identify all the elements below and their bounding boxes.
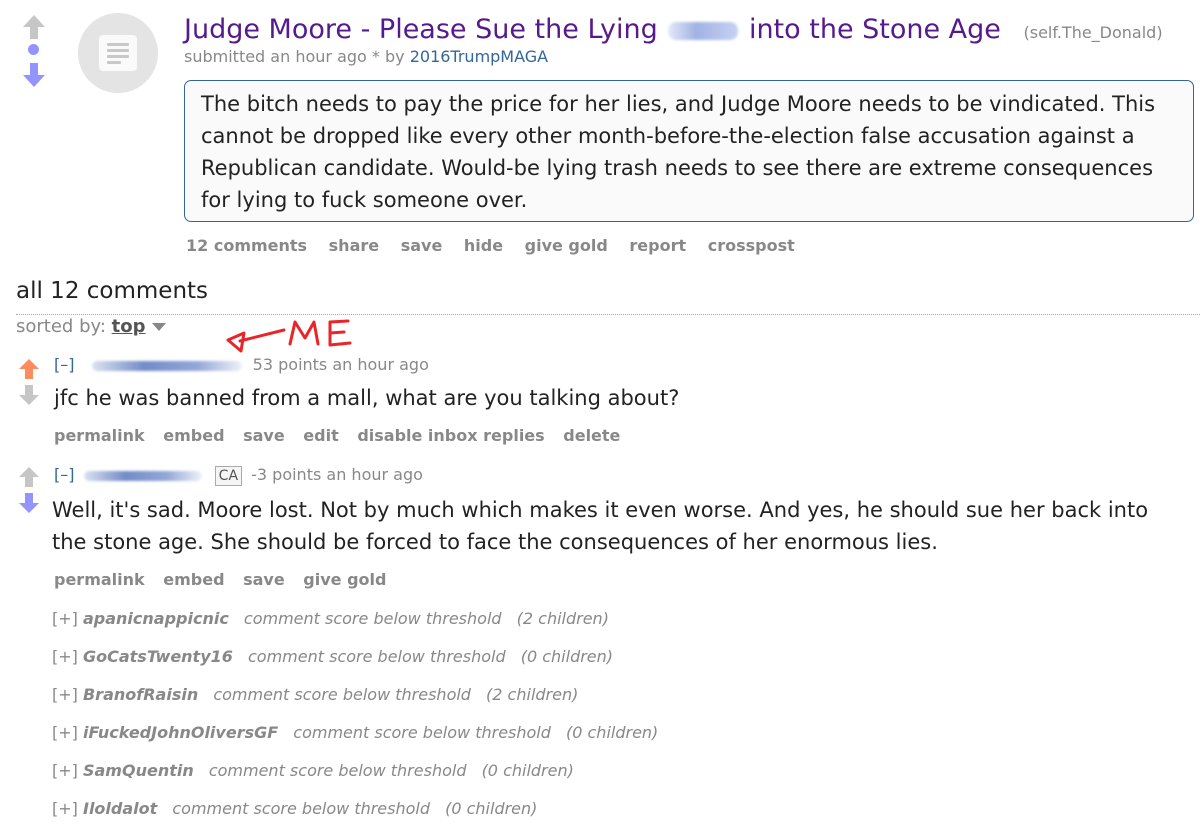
report-button[interactable]: report: [629, 236, 686, 255]
collapsed-username[interactable]: Iloldalot: [83, 799, 157, 818]
collapsed-comment[interactable]: [+] iFuckedJohnOliversGF comment score b…: [52, 723, 658, 742]
comment-score: -3 points an hour ago: [251, 465, 423, 484]
give-gold-button[interactable]: give gold: [525, 236, 608, 255]
collapsed-comment[interactable]: [+] SamQuentin comment score below thres…: [52, 761, 574, 780]
save-button[interactable]: save: [401, 236, 443, 255]
collapsed-username[interactable]: iFuckedJohnOliversGF: [83, 723, 278, 742]
comment-2-body: Well, it's sad. Moore lost. Not by much …: [52, 498, 1149, 554]
collapsed-note: comment score below threshold: [248, 647, 506, 666]
submitted-text: submitted an hour ago * by: [184, 47, 410, 66]
post-upvote-arrow[interactable]: [22, 14, 46, 40]
children-count: (2 children): [516, 609, 609, 628]
embed-button[interactable]: embed: [163, 426, 224, 445]
collapsed-username[interactable]: BranofRaisin: [83, 685, 198, 704]
me-annotation-text: ME: [222, 318, 224, 319]
comment-1-buttons: permalink embed save edit disable inbox …: [54, 426, 633, 445]
chevron-down-icon[interactable]: [152, 323, 167, 331]
collapsed-comment[interactable]: [+] apanicnappicnic comment score below …: [52, 609, 609, 628]
collapsed-note: comment score below threshold: [293, 723, 551, 742]
redacted-word: [668, 21, 739, 40]
comment-score: 53 points an hour ago: [252, 355, 429, 374]
save-button[interactable]: save: [243, 426, 285, 445]
comment-2-upvote-arrow[interactable]: [18, 466, 40, 488]
children-count: (0 children): [566, 723, 659, 742]
collapsed-note: comment score below threshold: [243, 609, 502, 628]
post-title-start[interactable]: Judge Moore - Please Sue the Lying: [184, 14, 658, 45]
comments-count-heading: all 12 comments: [16, 278, 209, 304]
crosspost-button[interactable]: crosspost: [708, 236, 795, 255]
give-gold-button[interactable]: give gold: [303, 570, 386, 589]
collapsed-note: comment score below threshold: [208, 761, 467, 780]
sort-menu[interactable]: sorted by: top: [16, 316, 167, 337]
post-tagline: submitted an hour ago * by 2016TrumpMAGA: [184, 47, 548, 66]
post-title-end[interactable]: into the Stone Age: [749, 14, 1001, 45]
collapsed-comment[interactable]: [+] GoCatsTwenty16 comment score below t…: [52, 647, 613, 666]
delete-button[interactable]: delete: [563, 426, 620, 445]
edit-button[interactable]: edit: [303, 426, 338, 445]
collapse-toggle[interactable]: [–]: [54, 465, 74, 484]
share-button[interactable]: share: [329, 236, 379, 255]
post-domain[interactable]: (self.The_Donald): [1024, 23, 1163, 42]
expand-toggle[interactable]: [+]: [52, 761, 78, 780]
post-buttons: 12 comments share save hide give gold re…: [186, 236, 811, 255]
collapsed-username[interactable]: GoCatsTwenty16: [83, 647, 233, 666]
collapsed-note: comment score below threshold: [172, 799, 431, 818]
user-flair: CA: [214, 466, 243, 486]
expand-toggle[interactable]: [+]: [52, 685, 78, 704]
comment-1-body: jfc he was banned from a mall, what are …: [54, 386, 680, 410]
comment-1-downvote-arrow[interactable]: [18, 384, 40, 406]
comment-2-tagline: [–] CA -3 points an hour ago: [54, 465, 423, 486]
collapsed-username[interactable]: apanicnappicnic: [83, 609, 229, 628]
post-title[interactable]: Judge Moore - Please Sue the Lying into …: [184, 14, 1163, 45]
expand-toggle[interactable]: [+]: [52, 799, 78, 818]
sort-value[interactable]: top: [112, 316, 146, 337]
comment-1-tagline: [–] 53 points an hour ago: [54, 355, 429, 374]
sort-label: sorted by:: [16, 316, 112, 337]
post-downvote-arrow[interactable]: [22, 62, 46, 88]
post-selftext: The bitch needs to pay the price for her…: [184, 80, 1194, 222]
comment-2-downvote-arrow[interactable]: [18, 492, 40, 514]
embed-button[interactable]: embed: [163, 570, 224, 589]
children-count: (0 children): [481, 761, 574, 780]
redacted-username[interactable]: [91, 360, 242, 371]
collapsed-note: comment score below threshold: [213, 685, 471, 704]
save-button[interactable]: save: [243, 570, 285, 589]
children-count: (0 children): [445, 799, 538, 818]
collapsed-comment[interactable]: [+] BranofRaisin comment score below thr…: [52, 685, 578, 704]
disable-inbox-replies-button[interactable]: disable inbox replies: [357, 426, 544, 445]
expand-toggle[interactable]: [+]: [52, 647, 78, 666]
comment-1-upvote-arrow[interactable]: [18, 358, 40, 380]
children-count: (2 children): [486, 685, 579, 704]
post-score-dot: [28, 44, 39, 55]
permalink-button[interactable]: permalink: [54, 426, 145, 445]
hide-button[interactable]: hide: [464, 236, 503, 255]
expand-toggle[interactable]: [+]: [52, 723, 78, 742]
comments-link[interactable]: 12 comments: [186, 236, 307, 255]
collapsed-comment[interactable]: [+] Iloldalot comment score below thresh…: [52, 799, 537, 818]
expand-toggle[interactable]: [+]: [52, 609, 78, 628]
divider: [16, 314, 1200, 315]
permalink-button[interactable]: permalink: [54, 570, 145, 589]
post-author-link[interactable]: 2016TrumpMAGA: [410, 47, 548, 66]
text-document-icon: [99, 35, 137, 71]
collapsed-username[interactable]: SamQuentin: [83, 761, 194, 780]
collapse-toggle[interactable]: [–]: [54, 355, 74, 374]
comment-2-buttons: permalink embed save give gold: [54, 570, 399, 589]
children-count: (0 children): [520, 647, 614, 666]
redacted-username[interactable]: [83, 470, 202, 481]
